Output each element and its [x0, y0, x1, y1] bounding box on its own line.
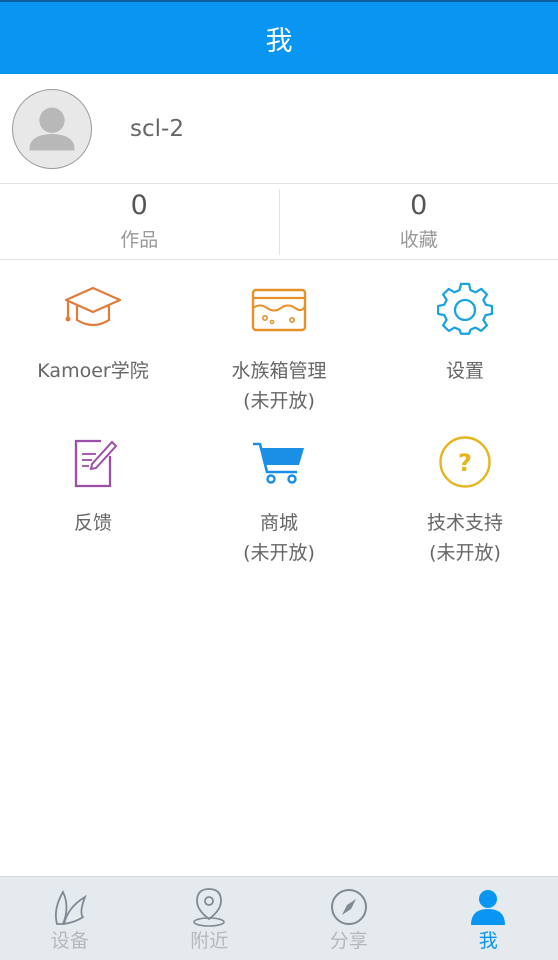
- stats-row: 0 作品 0 收藏: [0, 185, 558, 260]
- gear-icon: [433, 278, 497, 342]
- compass-icon: [327, 885, 371, 929]
- menu-item-aquarium-management[interactable]: 水族箱管理 (未开放): [186, 278, 372, 430]
- leaf-icon: [48, 885, 92, 929]
- menu-item-tech-support[interactable]: ? 技术支持 (未开放): [372, 430, 558, 582]
- menu-grid: Kamoer学院 水族箱管理 (未开放) 设置 反馈 商城 (未开放) ? 技术…: [0, 278, 558, 582]
- menu-item-mall[interactable]: 商城 (未开放): [186, 430, 372, 582]
- person-silhouette-icon: [29, 107, 75, 150]
- tab-label: 设备: [50, 930, 89, 952]
- menu-label: Kamoer学院: [37, 360, 149, 382]
- profile-row[interactable]: scl-2: [0, 74, 558, 184]
- works-label: 作品: [120, 229, 159, 251]
- me-screen: 我 scl-2 0 作品 0 收藏 Kamoer学院 水族箱管理 (未开放) 设…: [0, 0, 558, 960]
- stat-favorites[interactable]: 0 收藏: [280, 185, 558, 259]
- edit-note-icon: [61, 430, 125, 494]
- question-circle-icon: ?: [433, 430, 497, 494]
- username: scl-2: [130, 115, 184, 142]
- menu-item-settings[interactable]: 设置: [372, 278, 558, 430]
- tab-label: 分享: [329, 930, 368, 952]
- graduation-cap-icon: [61, 278, 125, 342]
- menu-label: 商城 (未开放): [243, 512, 315, 564]
- tab-device[interactable]: 设备: [0, 877, 140, 960]
- shopping-cart-icon: [247, 430, 311, 494]
- tab-label: 我: [478, 930, 498, 952]
- avatar[interactable]: [12, 88, 92, 169]
- menu-label: 水族箱管理 (未开放): [231, 360, 327, 412]
- favorites-label: 收藏: [399, 229, 438, 251]
- svg-text:?: ?: [458, 449, 472, 477]
- menu-label: 设置: [445, 360, 484, 382]
- bottom-tab-bar: 设备 附近 分享 我: [0, 876, 558, 960]
- tab-share[interactable]: 分享: [279, 877, 419, 960]
- menu-item-feedback[interactable]: 反馈: [0, 430, 186, 582]
- favorites-count: 0: [410, 190, 428, 221]
- menu-item-kamoer-academy[interactable]: Kamoer学院: [0, 278, 186, 430]
- person-icon: [466, 885, 510, 929]
- menu-label: 技术支持 (未开放): [426, 512, 503, 564]
- stat-works[interactable]: 0 作品: [0, 185, 279, 259]
- tab-label: 附近: [190, 930, 229, 952]
- location-pin-icon: [187, 885, 231, 929]
- page-title: 我: [265, 25, 293, 57]
- tab-nearby[interactable]: 附近: [140, 877, 280, 960]
- aquarium-tank-icon: [247, 278, 311, 342]
- menu-label: 反馈: [73, 512, 112, 534]
- tab-me[interactable]: 我: [419, 877, 558, 960]
- works-count: 0: [130, 190, 148, 221]
- title-bar: 我: [0, 0, 558, 74]
